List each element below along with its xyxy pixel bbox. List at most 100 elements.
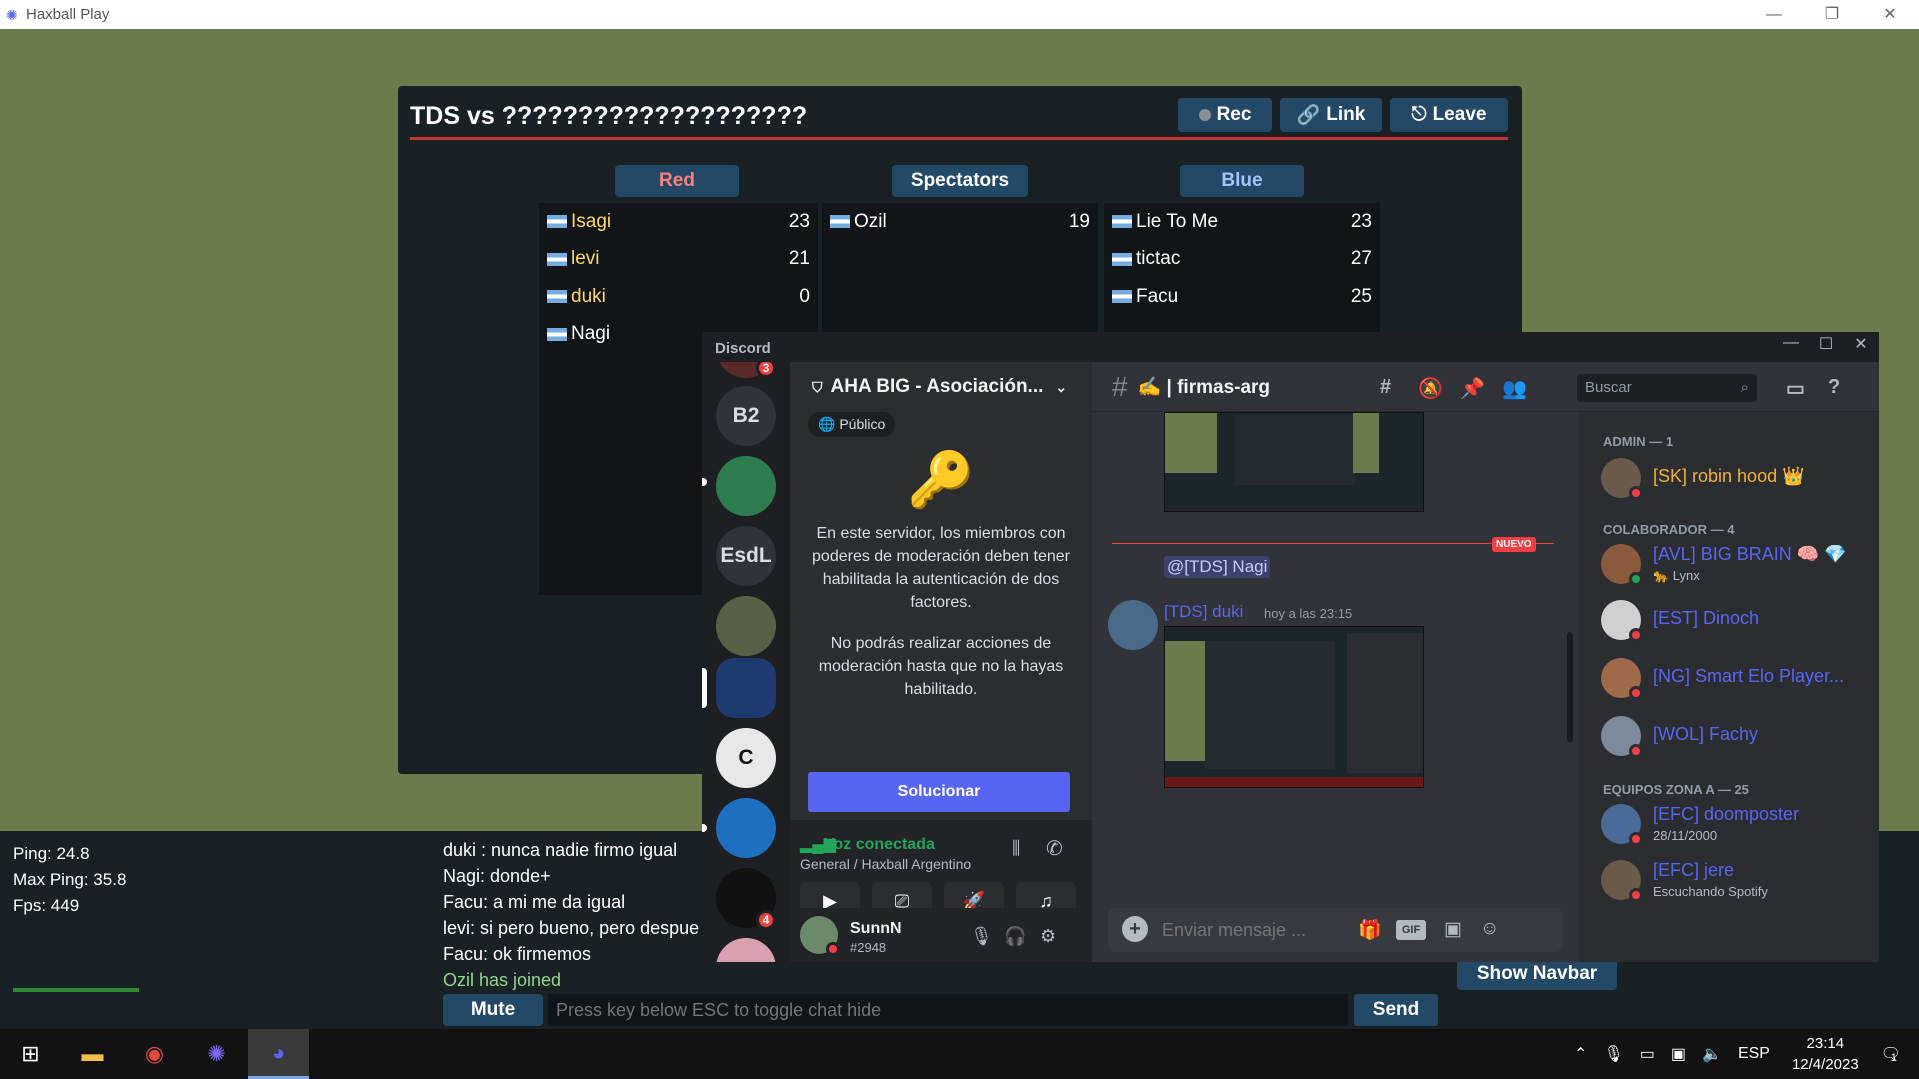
clock[interactable]: 23:14 12/4/2023 [1792,1033,1859,1075]
restore-button[interactable]: ❐ [1803,0,1861,29]
player-row[interactable]: levi 21 [539,241,818,279]
member-group-title: COLABORADOR — 4 [1603,522,1735,537]
server-icon-aha[interactable] [716,658,776,718]
close-button[interactable]: ✕ [1861,0,1919,29]
notifications-icon[interactable]: 🗨 1 [1881,1044,1901,1064]
player-row[interactable]: Lie To Me 23 [1104,203,1380,241]
message-input[interactable] [1162,914,1362,946]
language-indicator[interactable]: ESP [1738,1045,1770,1063]
chat-scrollbar[interactable] [1567,632,1573,742]
add-attachment-icon[interactable]: + [1122,916,1148,942]
attachment-image[interactable] [1164,626,1424,788]
voice-status: Voz conectada [824,836,935,853]
server-icon[interactable] [716,938,776,962]
member-item[interactable]: [EFC] jere Escuchando Spotify [1601,858,1871,904]
member-item[interactable]: [EFC] doomposter 28/11/2000 [1601,802,1871,848]
player-row[interactable]: duki 0 [539,278,818,316]
disconnect-icon[interactable]: ✆ [1046,836,1063,861]
user-mention[interactable]: @[TDS] Nagi [1164,556,1271,578]
server-icon[interactable]: EsdL [716,526,776,586]
help-icon[interactable]: ? [1828,376,1840,399]
chrome-icon[interactable]: ◉ [124,1029,185,1079]
selected-pill [702,668,707,708]
discord-maximize-button[interactable]: ☐ [1809,334,1843,354]
server-icon[interactable] [716,596,776,656]
window-titlebar: ✺ Haxball Play — ❐ ✕ [0,0,1919,29]
window-title: Haxball Play [26,6,110,23]
player-row[interactable]: Ozil 19 [822,203,1098,241]
search-input[interactable]: Buscar ⌕ [1577,374,1757,402]
pin-icon[interactable]: 📌 [1460,376,1485,401]
message-author-avatar[interactable] [1108,600,1158,650]
haxball-app-icon: ✺ [6,6,18,23]
discord-minimize-button[interactable]: — [1774,334,1808,352]
message-author[interactable]: [TDS] duki [1164,602,1243,622]
rec-button[interactable]: Rec [1178,98,1272,132]
member-item[interactable]: [EST] Dinoch [1601,598,1871,644]
player-row[interactable]: Isagi 23 [539,203,818,241]
record-dot-icon [1198,109,1211,121]
battery-icon[interactable]: ▭ [1640,1044,1655,1064]
server-icon[interactable]: B2 [716,386,776,446]
chevron-up-icon[interactable]: ⌃ [1574,1044,1587,1064]
gif-button[interactable]: GIF [1396,920,1426,940]
settings-gear-icon[interactable]: ⚙ [1040,926,1056,947]
link-button[interactable]: 🔗 Link [1280,98,1382,132]
network-icon[interactable]: ▣ [1671,1044,1686,1064]
inbox-icon[interactable]: ▭ [1786,376,1805,401]
send-button[interactable]: Send [1354,994,1438,1026]
member-activity: 🐆 Lynx [1653,568,1700,583]
mfa-notice-2: No podrás realizar acciones de moderació… [818,635,1064,698]
file-explorer-icon[interactable]: ▬ [62,1029,123,1079]
player-row[interactable]: tictac 27 [1104,241,1380,279]
gift-icon[interactable]: 🎁 [1358,918,1382,942]
player-row[interactable]: Facu 25 [1104,278,1380,316]
threads-icon[interactable]: # [1380,376,1391,399]
noise-suppression-icon[interactable]: ⫼ [1012,838,1020,859]
fix-button[interactable]: Solucionar [808,772,1070,812]
member-status-icon [1629,744,1643,758]
chat-line: duki : nunca nadie firmo igual [443,840,678,860]
voice-channel[interactable]: General / Haxball Argentino [800,856,971,872]
argentina-flag-icon [547,252,567,266]
volume-icon[interactable]: 🔈 [1702,1044,1722,1064]
team-spectators-header[interactable]: Spectators [892,165,1028,197]
discord-close-button[interactable]: ✕ [1844,334,1878,354]
guild-header[interactable]: ⛉ AHA BIG - Asociación... ⌄ [790,362,1092,412]
emoji-icon[interactable]: ☺ [1480,918,1499,940]
member-group-title: EQUIPOS ZONA A — 25 [1603,782,1749,797]
server-icon[interactable] [716,798,776,858]
member-name: [WOL] Fachy [1653,724,1759,744]
member-status-icon [1629,686,1643,700]
microphone-icon[interactable]: 🎙 [970,926,993,947]
team-red-header[interactable]: Red [615,165,739,197]
ping-stat: Ping: 24.8 [13,844,90,863]
chat-input[interactable] [548,994,1348,1026]
team-blue-header[interactable]: Blue [1180,165,1304,197]
member-item[interactable]: [WOL] Fachy [1601,714,1871,760]
member-item[interactable]: [NG] Smart Elo Player... [1601,656,1871,702]
discord-taskbar-icon[interactable]: ◕ [248,1029,309,1079]
chat-line: Facu: ok firmemos [443,944,592,964]
key-illustration-icon: 🔑 [907,450,975,510]
show-navbar-button[interactable]: Show Navbar [1457,958,1617,990]
minimize-button[interactable]: — [1745,0,1803,29]
leave-button[interactable]: ⎋ Leave [1390,98,1508,132]
mute-button[interactable]: Mute [443,994,543,1026]
user-name[interactable]: SunnN [850,920,902,938]
member-item[interactable]: [SK] robin hood 👑 [1601,456,1871,502]
start-windows-icon[interactable]: ⊞ [0,1029,61,1079]
member-item[interactable]: [AVL] BIG BRAIN 🧠 💎 🐆 Lynx [1601,542,1871,588]
server-icon[interactable]: C [716,728,776,788]
channel-name: ✍️ | firmas-arg [1137,376,1271,398]
members-list-icon[interactable]: 👥 [1502,376,1527,401]
member-activity: 28/11/2000 [1653,828,1718,843]
headphones-icon[interactable]: 🎧 [1004,926,1026,947]
clock-date: 12/4/2023 [1791,1056,1859,1073]
attachment-image[interactable] [1164,412,1424,512]
server-icon[interactable] [716,456,776,516]
haxball-taskbar-icon[interactable]: ✺ [186,1029,247,1079]
microphone-tray-icon[interactable]: 🎙 [1603,1044,1623,1064]
mute-notifications-icon[interactable]: 🔕 [1418,376,1443,401]
sticker-icon[interactable]: ▣ [1444,918,1462,941]
